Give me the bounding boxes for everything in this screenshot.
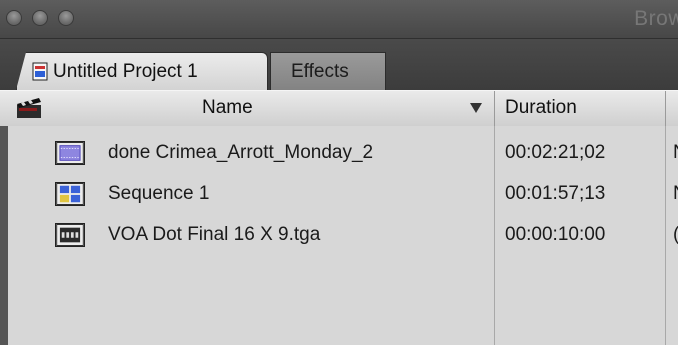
tab-strip: Effects Untitled Project 1: [0, 39, 678, 90]
list-item[interactable]: Sequence 1 00:01:57;13 N: [0, 177, 678, 215]
clapper-icon: [17, 98, 41, 118]
item-duration: 00:00:10:00: [505, 224, 606, 245]
list-item[interactable]: done Crimea_Arrott_Monday_2 00:02:21;02 …: [0, 136, 678, 174]
clip-icon: [55, 141, 85, 165]
still-image-icon: [55, 223, 85, 247]
column-header-duration[interactable]: Duration: [505, 97, 577, 119]
project-icon: [32, 62, 48, 81]
item-duration: 00:02:21;02: [505, 142, 606, 163]
item-name: done Crimea_Arrott_Monday_2: [108, 142, 374, 163]
column-header: Name Duration: [0, 90, 678, 127]
item-extra: N: [673, 183, 678, 205]
title-bar: Brow: [0, 0, 678, 39]
item-duration: 00:01:57;13: [505, 183, 606, 204]
sequence-icon: [55, 182, 85, 206]
item-name: VOA Dot Final 16 X 9.tga: [108, 224, 321, 245]
tab-effects-label: Effects: [291, 61, 349, 82]
column-divider[interactable]: [665, 91, 666, 126]
list-item[interactable]: VOA Dot Final 16 X 9.tga 00:00:10:00 (: [0, 218, 678, 256]
item-name: Sequence 1: [108, 183, 210, 204]
tab-untitled-project[interactable]: Untitled Project 1: [16, 52, 268, 90]
close-window-button[interactable]: [6, 10, 22, 26]
tab-untitled-project-label: Untitled Project 1: [53, 61, 198, 82]
window-title: Brow: [634, 7, 678, 30]
item-extra: (: [673, 224, 678, 246]
tab-effects[interactable]: Effects: [270, 52, 386, 90]
minimize-window-button[interactable]: [32, 10, 48, 26]
column-divider[interactable]: [494, 91, 495, 126]
zoom-window-button[interactable]: [58, 10, 74, 26]
sort-descending-icon[interactable]: [470, 103, 482, 113]
column-header-name[interactable]: Name: [202, 97, 253, 119]
item-extra: N: [673, 142, 678, 164]
